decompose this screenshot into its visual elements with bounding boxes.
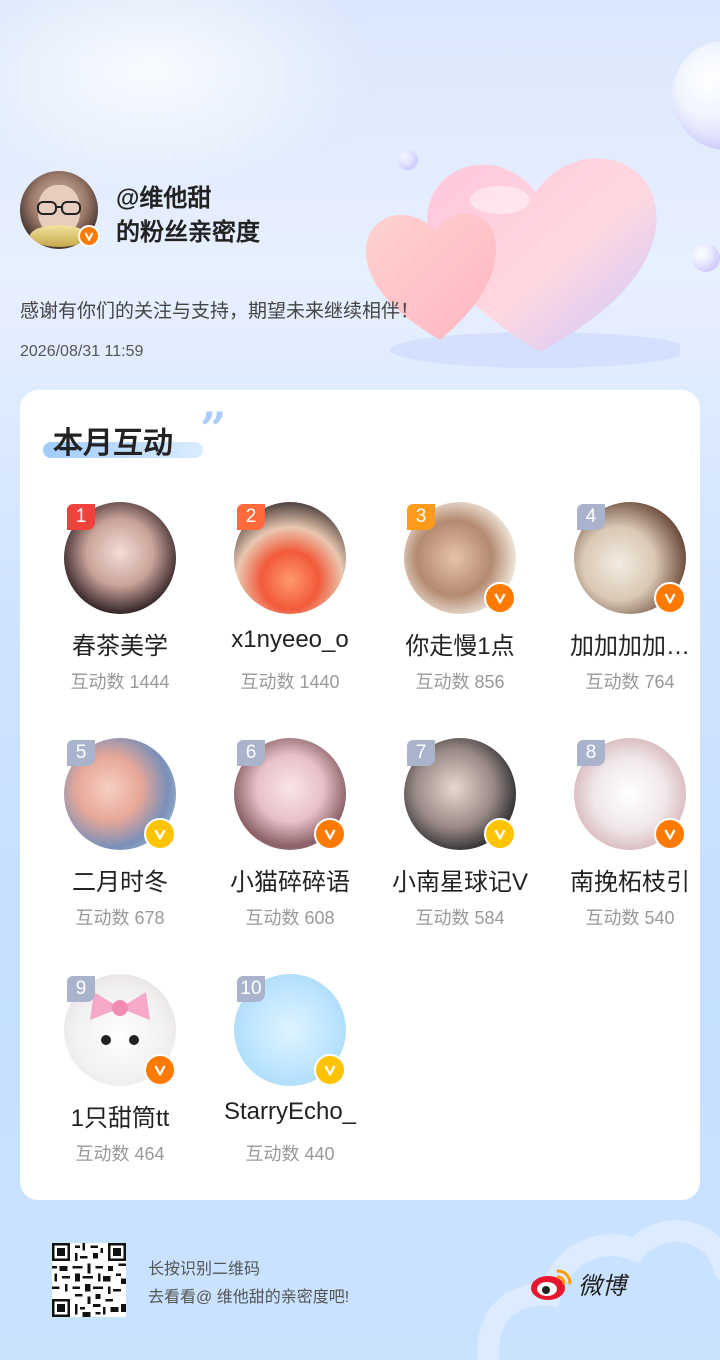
fan-name[interactable]: 二月时冬 (35, 862, 205, 897)
rank-badge: 3 (407, 504, 435, 530)
rank-badge: 10 (237, 976, 265, 1002)
tiny-bubble-decoration (692, 244, 720, 272)
card-title: 本月互动 (53, 427, 173, 460)
fan-name[interactable]: 春茶美学 (35, 626, 205, 661)
weibo-eye-icon (531, 1269, 572, 1300)
fan-name[interactable]: 小猫碎碎语 (205, 862, 375, 897)
rank-badge: 1 (67, 504, 95, 530)
rank-badge: 8 (577, 740, 605, 766)
verified-icon (484, 818, 516, 850)
verified-icon (314, 818, 346, 850)
glasses-graphic (37, 201, 81, 215)
fan-item[interactable]: 4 加加加加… 互动数 764 (545, 502, 715, 702)
fan-name[interactable]: StarryEcho_ (205, 1098, 375, 1126)
share-poster: @维他甜 的粉丝亲密度 感谢有你们的关注与支持，期望未来继续相伴！ 2026/0… (0, 0, 720, 1360)
thanks-message: 感谢有你们的关注与支持，期望未来继续相伴！ (20, 301, 420, 322)
fan-interaction-count: 互动数 678 (75, 908, 165, 928)
fan-name[interactable]: x1nyeeo_o (205, 626, 375, 654)
monthly-interaction-card: 本月互动 ” 1 春茶美学互动数 1444 2 x1nyeeo_o 互动数 1440 3 你… (20, 390, 700, 1200)
quote-mark-icon: ” (200, 402, 227, 456)
scan-hint: 长按识别二维码 (148, 1261, 261, 1278)
fan-name[interactable]: 南挽柘枝引 (545, 862, 715, 897)
verified-icon (654, 818, 686, 850)
weibo-brand-text: 微博 (578, 1273, 626, 1300)
fan-interaction-count: 互动数 608 (245, 908, 335, 928)
fan-item[interactable]: 1 春茶美学互动数 1444 (35, 502, 205, 702)
creator-verified-icon (78, 225, 100, 247)
fan-name[interactable]: 你走慢1点 (375, 626, 545, 661)
fan-interaction-count: 互动数 1444 (70, 672, 170, 692)
fan-interaction-count: 互动数 540 (585, 908, 675, 928)
creator-handle[interactable]: @维他甜 (116, 178, 211, 213)
large-bubble-decoration (672, 40, 720, 150)
fan-item[interactable]: 8 南挽柘枝引互动数 540 (545, 738, 715, 938)
background-glow (0, 0, 380, 200)
verified-icon (654, 582, 686, 614)
qr-code-icon[interactable] (52, 1243, 126, 1317)
rank-badge: 5 (67, 740, 95, 766)
fan-item[interactable]: 7 小南星球记V 互动数 584 (375, 738, 545, 938)
fan-interaction-count: 互动数 464 (75, 1144, 165, 1164)
fan-item[interactable]: 2 x1nyeeo_o 互动数 1440 (205, 502, 375, 702)
rank-badge: 2 (237, 504, 265, 530)
rank-badge: 7 (407, 740, 435, 766)
fan-name[interactable]: 加加加加… (545, 626, 715, 661)
fan-item[interactable]: 5 二月时冬互动数 678 (35, 738, 205, 938)
rank-badge: 9 (67, 976, 95, 1002)
fan-item[interactable]: 9 1只甜筒tt 互动数 464 (35, 974, 205, 1174)
fan-interaction-count: 互动数 856 (415, 672, 505, 692)
verified-icon (314, 1054, 346, 1086)
fan-interaction-count: 互动数 1440 (240, 672, 340, 692)
fan-name[interactable]: 1只甜筒tt (35, 1098, 205, 1133)
hearts-illustration (365, 158, 680, 368)
visit-hint: 去看看@ 维他甜的亲密度吧! (148, 1289, 350, 1306)
fan-item[interactable]: 3 你走慢1点互动数 856 (375, 502, 545, 702)
fan-interaction-count: 互动数 584 (415, 908, 505, 928)
verified-icon (144, 1054, 176, 1086)
fan-name[interactable]: 小南星球记V (375, 862, 545, 897)
fan-item[interactable]: 6 小猫碎碎语互动数 608 (205, 738, 375, 938)
verified-icon (484, 582, 516, 614)
fan-interaction-count: 互动数 764 (585, 672, 675, 692)
fan-item[interactable]: 10 StarryEcho_ 互动数 440 (205, 974, 375, 1174)
verified-icon (144, 818, 176, 850)
creator-subtitle: 的粉丝亲密度 (116, 219, 260, 246)
weibo-logo: 微博 (530, 1266, 626, 1301)
rank-badge: 6 (237, 740, 265, 766)
timestamp: 2026/08/31 11:59 (20, 343, 144, 360)
rank-badge: 4 (577, 504, 605, 530)
fan-interaction-count: 互动数 440 (245, 1144, 335, 1164)
